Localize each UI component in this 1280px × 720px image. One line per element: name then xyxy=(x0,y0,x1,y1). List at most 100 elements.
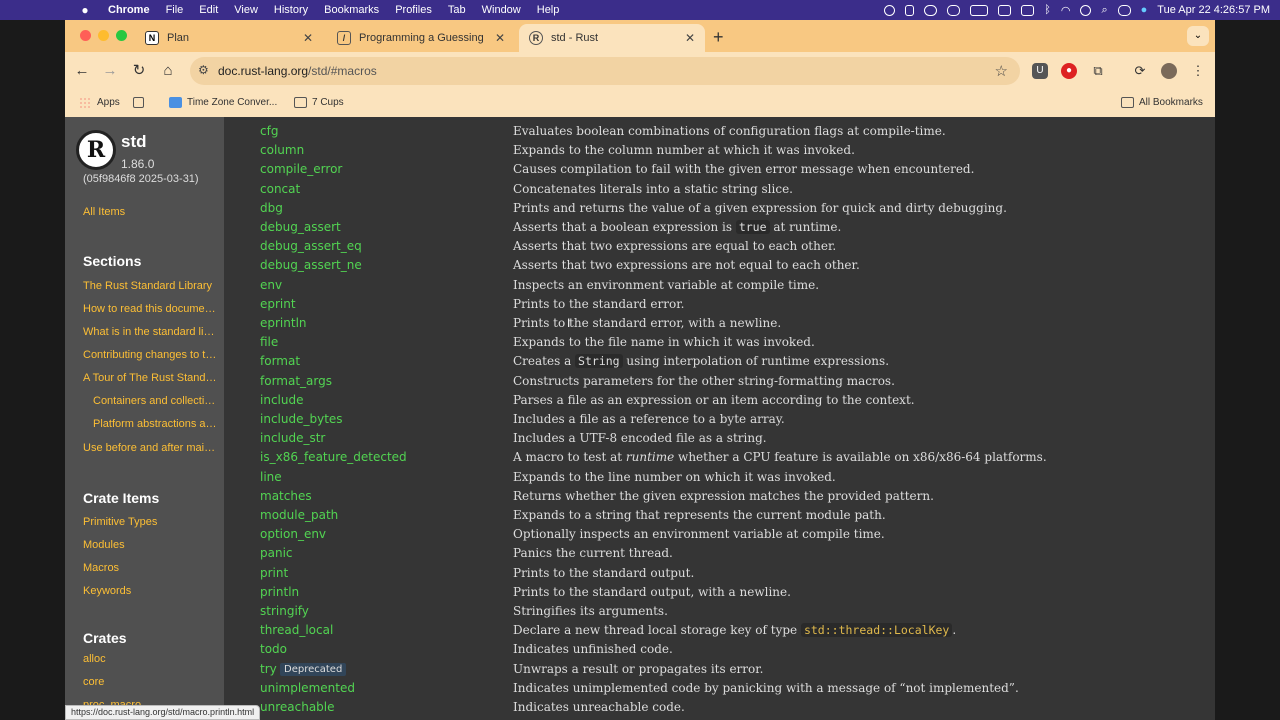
bluetooth-icon[interactable]: ᛒ xyxy=(1044,4,1051,16)
macro-link[interactable]: format xyxy=(260,354,300,368)
macro-link[interactable]: include xyxy=(260,393,303,407)
macro-link[interactable]: compile_error xyxy=(260,162,342,176)
forward-button[interactable]: → xyxy=(100,61,120,81)
section-link[interactable]: A Tour of The Rust Standard Library xyxy=(83,372,217,384)
macro-link[interactable]: stringify xyxy=(260,604,309,618)
siri-icon[interactable]: ● xyxy=(1141,4,1148,16)
control-center-icon[interactable] xyxy=(1117,4,1131,16)
macro-link[interactable]: cfg xyxy=(260,124,278,138)
window-icon[interactable] xyxy=(1021,4,1035,16)
battery-icon[interactable] xyxy=(970,4,989,16)
menu-tab[interactable]: Tab xyxy=(440,4,474,16)
macro-link[interactable]: debug_assert_ne xyxy=(260,258,362,272)
crate-link[interactable]: core xyxy=(83,676,217,688)
crate-item-link[interactable]: Primitive Types xyxy=(83,516,217,528)
all-bookmarks[interactable]: All Bookmarks xyxy=(1121,97,1203,108)
macro-link[interactable]: todo xyxy=(260,642,287,656)
tab-plan[interactable]: N Plan ✕ xyxy=(135,24,323,52)
macro-link[interactable]: debug_assert xyxy=(260,220,341,234)
menu-profiles[interactable]: Profiles xyxy=(387,4,440,16)
new-tab-button[interactable]: + xyxy=(713,27,724,48)
glasses-icon[interactable] xyxy=(947,4,961,16)
tab-guessing-game[interactable]: / Programming a Guessing Game ✕ xyxy=(327,24,515,52)
url-text[interactable]: doc.rust-lang.org/std/#macros xyxy=(218,64,377,78)
clock-datetime[interactable]: Tue Apr 22 4:26:57 PM xyxy=(1157,4,1270,16)
profile-avatar[interactable] xyxy=(1161,63,1177,79)
macro-link[interactable]: include_str xyxy=(260,431,325,445)
macro-link[interactable]: is_x86_feature_detected xyxy=(260,450,407,464)
section-link[interactable]: How to read this documentation xyxy=(83,303,217,315)
menu-view[interactable]: View xyxy=(226,4,266,16)
crate-item-link[interactable]: Keywords xyxy=(83,585,217,597)
section-link[interactable]: Contributing changes to the documentatio… xyxy=(83,349,217,361)
back-button[interactable]: ← xyxy=(72,61,92,81)
macro-link[interactable]: line xyxy=(260,470,282,484)
crate-name[interactable]: std xyxy=(121,132,147,152)
macro-link[interactable]: eprint xyxy=(260,297,296,311)
menu-bookmarks[interactable]: Bookmarks xyxy=(316,4,387,16)
site-info-icon[interactable]: ⚙ xyxy=(198,63,209,77)
bookmark-star-icon[interactable]: ☆ xyxy=(995,62,1008,80)
maximize-window-button[interactable] xyxy=(116,30,127,41)
section-link[interactable]: What is in the standard library document… xyxy=(83,326,217,338)
macro-link[interactable]: print xyxy=(260,566,288,580)
search-icon[interactable]: ⌕ xyxy=(1101,4,1107,17)
macro-link[interactable]: matches xyxy=(260,489,312,503)
minimize-window-button[interactable] xyxy=(98,30,109,41)
wifi-icon[interactable]: ◠ xyxy=(1061,4,1071,17)
menu-window[interactable]: Window xyxy=(474,4,529,16)
keyboard-icon[interactable] xyxy=(998,4,1012,16)
macro-link[interactable]: println xyxy=(260,585,299,599)
macro-link[interactable]: unimplemented xyxy=(260,681,355,695)
adblock-icon[interactable]: ● xyxy=(1061,63,1077,79)
clipboard-icon[interactable] xyxy=(905,4,915,16)
macro-link[interactable]: panic xyxy=(260,546,293,560)
crate-item-link[interactable]: Modules xyxy=(83,539,217,551)
bookmark-apps[interactable]: Apps xyxy=(79,97,120,108)
bookmark-7-cups[interactable]: 7 Cups xyxy=(294,97,344,108)
tab-std-rust[interactable]: R std - Rust ✕ xyxy=(519,24,705,52)
cloud-icon[interactable] xyxy=(924,4,938,16)
apple-icon[interactable]: ● xyxy=(70,3,100,17)
menu-history[interactable]: History xyxy=(266,4,316,16)
section-link[interactable]: Platform abstractions and I/O xyxy=(93,418,217,430)
macro-link[interactable]: eprintln xyxy=(260,316,307,330)
close-tab-icon[interactable]: ✕ xyxy=(495,31,505,45)
menu-chrome[interactable]: Chrome xyxy=(100,4,158,16)
bookmark-time-zone[interactable]: Time Zone Conver... xyxy=(169,97,277,108)
all-items-link[interactable]: All Items xyxy=(83,206,217,218)
macro-link[interactable]: concat xyxy=(260,182,300,196)
rust-logo-icon[interactable]: R xyxy=(76,130,116,170)
menu-help[interactable]: Help xyxy=(529,4,568,16)
type-link[interactable]: std::thread::LocalKey xyxy=(800,623,953,638)
extensions-icon[interactable]: ⧉ xyxy=(1090,63,1106,79)
tab-search-button[interactable]: ⌄ xyxy=(1187,26,1209,46)
sync-icon[interactable]: ⟳ xyxy=(1132,63,1148,79)
section-link[interactable]: The Rust Standard Library xyxy=(83,280,217,292)
chrome-menu-icon[interactable]: ⋮ xyxy=(1190,63,1206,79)
macro-link[interactable]: file xyxy=(260,335,278,349)
crate-item-link[interactable]: Macros xyxy=(83,562,217,574)
bitwarden-icon[interactable]: U xyxy=(1032,63,1048,79)
bookmark-grid[interactable] xyxy=(133,97,149,108)
macro-link[interactable]: module_path xyxy=(260,508,338,522)
home-button[interactable]: ⌂ xyxy=(158,61,178,81)
macro-link[interactable]: env xyxy=(260,278,282,292)
screen-record-icon[interactable] xyxy=(884,4,896,16)
close-tab-icon[interactable]: ✕ xyxy=(685,31,695,45)
macro-link[interactable]: unreachable xyxy=(260,700,335,714)
menu-edit[interactable]: Edit xyxy=(191,4,226,16)
macro-link[interactable]: try xyxy=(260,662,277,676)
macro-link[interactable]: option_env xyxy=(260,527,326,541)
crate-link[interactable]: alloc xyxy=(83,653,217,665)
macro-link[interactable]: column xyxy=(260,143,304,157)
macro-link[interactable]: debug_assert_eq xyxy=(260,239,362,253)
section-link[interactable]: Containers and collections xyxy=(93,395,217,407)
menu-file[interactable]: File xyxy=(158,4,192,16)
close-window-button[interactable] xyxy=(80,30,91,41)
address-bar[interactable]: ⚙ doc.rust-lang.org/std/#macros ☆ xyxy=(190,57,1020,85)
user-icon[interactable] xyxy=(1080,4,1092,16)
macro-link[interactable]: include_bytes xyxy=(260,412,343,426)
macro-link[interactable]: thread_local xyxy=(260,623,333,637)
macro-link[interactable]: format_args xyxy=(260,374,332,388)
